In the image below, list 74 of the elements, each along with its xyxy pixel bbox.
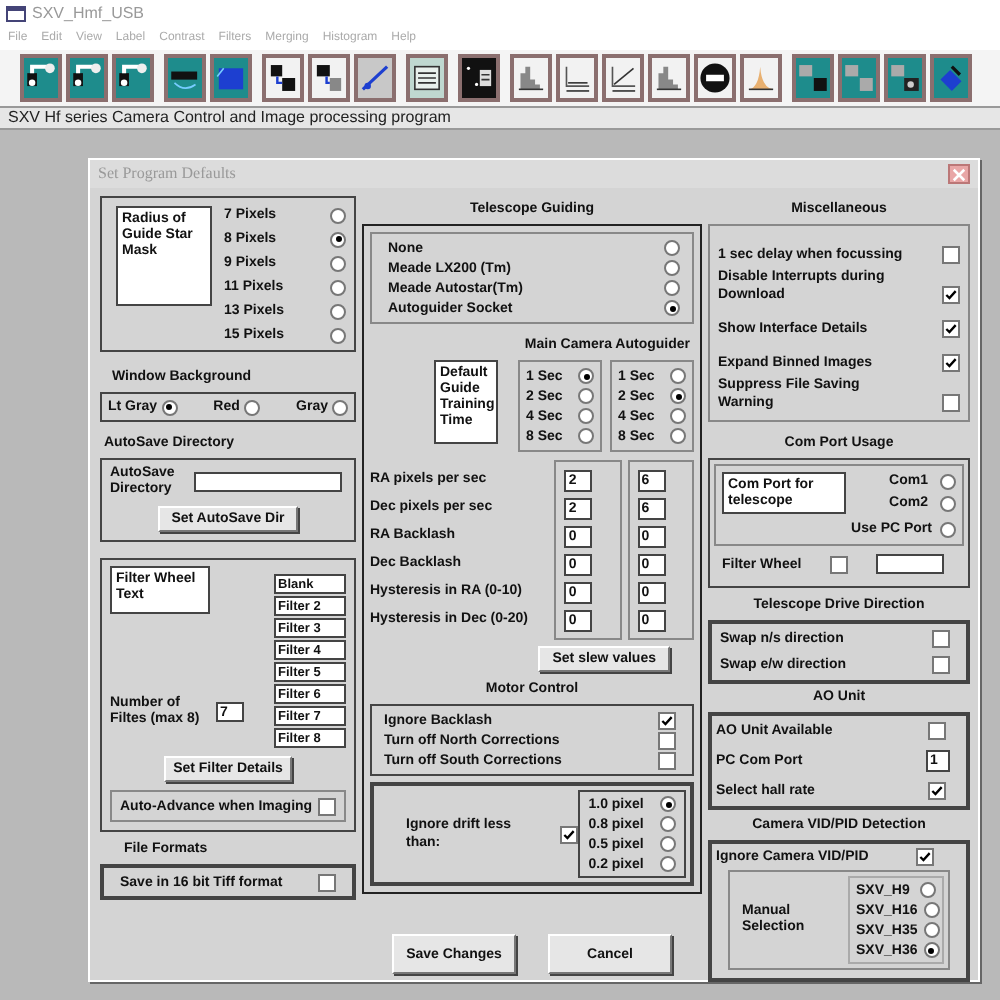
checkbox[interactable]	[560, 825, 579, 843]
checkbox[interactable]	[942, 286, 960, 304]
close-button[interactable]	[948, 164, 970, 184]
radio-button[interactable]	[664, 280, 680, 296]
chart-icon[interactable]	[602, 54, 644, 102]
radio-button[interactable]	[664, 240, 680, 256]
radio-button[interactable]	[330, 303, 346, 319]
checkbox[interactable]	[318, 797, 336, 815]
radio-button[interactable]	[578, 368, 594, 384]
window-icon	[6, 6, 26, 22]
tile-icon[interactable]	[838, 54, 880, 102]
checkbox[interactable]	[829, 555, 848, 573]
checkbox[interactable]	[942, 394, 960, 412]
radio-button[interactable]	[332, 399, 348, 415]
histogram-icon[interactable]	[648, 54, 690, 102]
checkbox[interactable]	[658, 711, 676, 729]
radio-button[interactable]	[670, 368, 686, 384]
status-text: SXV Hf series Camera Control and Image processing program	[8, 106, 451, 130]
checkbox[interactable]	[928, 722, 946, 740]
radio-button[interactable]	[923, 922, 940, 938]
arrow-icon[interactable]	[20, 54, 62, 102]
tile-icon[interactable]	[792, 54, 834, 102]
line-icon[interactable]	[354, 54, 396, 102]
radio-button[interactable]	[664, 260, 680, 276]
radio-button[interactable]	[578, 428, 594, 444]
radio-button[interactable]	[940, 521, 956, 537]
radio-button[interactable]	[578, 408, 594, 424]
chart-icon[interactable]	[556, 54, 598, 102]
square-icon[interactable]	[308, 54, 350, 102]
square-icon[interactable]	[262, 54, 304, 102]
radio-button[interactable]	[330, 327, 346, 343]
checkbox[interactable]	[928, 782, 946, 800]
checkbox[interactable]	[932, 630, 950, 648]
radio-button[interactable]	[923, 942, 940, 958]
radio-button[interactable]	[578, 388, 594, 404]
arrow-icon[interactable]	[66, 54, 108, 102]
checkbox[interactable]	[318, 873, 336, 891]
radio-button[interactable]	[664, 300, 680, 316]
radio-button[interactable]	[670, 388, 686, 404]
window-title: SXV_Hmf_USB	[32, 2, 145, 26]
checkbox[interactable]	[942, 320, 960, 338]
radio-button[interactable]	[940, 495, 956, 511]
circle-icon[interactable]	[694, 54, 736, 102]
radio-button[interactable]	[330, 231, 346, 247]
radio-button[interactable]	[670, 428, 686, 444]
radio-button[interactable]	[940, 473, 956, 489]
radio-button[interactable]	[330, 279, 346, 295]
checkbox[interactable]	[916, 848, 934, 866]
radio-button[interactable]	[660, 856, 676, 872]
histogram-icon[interactable]	[510, 54, 552, 102]
radio-button[interactable]	[161, 399, 178, 415]
radio-button[interactable]	[670, 408, 686, 424]
radio-button[interactable]	[330, 255, 346, 271]
arrow-icon[interactable]	[112, 54, 154, 102]
checkbox[interactable]	[658, 751, 676, 769]
radio-button[interactable]	[660, 836, 676, 852]
checkbox[interactable]	[942, 354, 960, 372]
checkbox[interactable]	[942, 246, 960, 264]
radio-button[interactable]	[923, 902, 940, 918]
input-field[interactable]	[875, 554, 944, 574]
document-icon[interactable]	[406, 54, 448, 102]
checkbox[interactable]	[932, 656, 950, 674]
dialog-title: Set Program Defaults	[98, 162, 236, 186]
radio-button[interactable]	[330, 207, 346, 223]
radio-button[interactable]	[660, 796, 676, 812]
star-field-icon[interactable]	[458, 54, 500, 102]
peak-icon[interactable]	[740, 54, 782, 102]
radio-button[interactable]	[660, 816, 676, 832]
cable-icon[interactable]	[164, 54, 206, 102]
radio-button[interactable]	[920, 882, 936, 898]
checkbox[interactable]	[658, 731, 676, 749]
input-field[interactable]	[194, 472, 342, 492]
tile-icon[interactable]	[884, 54, 926, 102]
radio-button[interactable]	[243, 399, 260, 415]
